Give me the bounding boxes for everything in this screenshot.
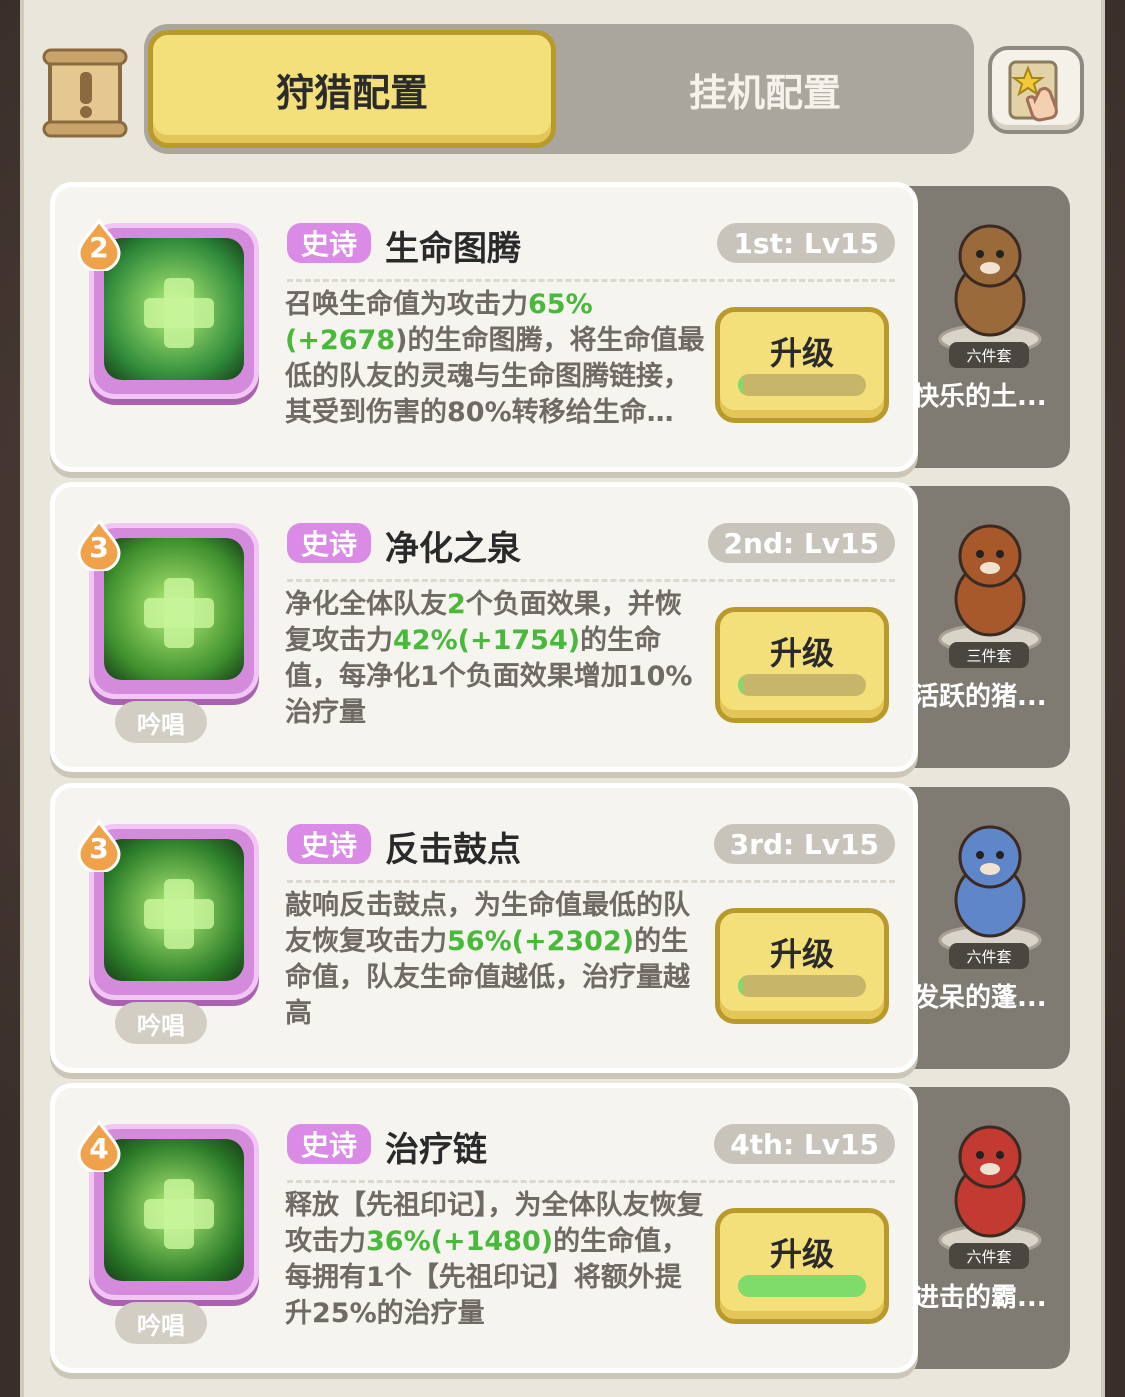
skill-level-badge: 4th: Lv15 [714, 1124, 895, 1164]
skill-card[interactable]: 2 史诗 生命图腾 1st: Lv15 召唤生命值为攻击力65%(+2678)的… [50, 182, 918, 472]
skill-name: 反击鼓点 [385, 830, 521, 870]
upgrade-button[interactable]: 升级 [715, 307, 889, 423]
chant-badge: 吟唱 [115, 701, 207, 743]
pet-name: 活跃的猪... [913, 682, 1047, 712]
upgrade-progress-bar [738, 674, 866, 696]
upgrade-progress-bar [738, 1275, 866, 1297]
pet-name: 进击的霸... [913, 1283, 1047, 1313]
pet-figure-icon [938, 825, 1042, 955]
set-badge: 六件套 [949, 1243, 1029, 1269]
rank-drop-icon [77, 820, 121, 872]
healing-cross-icon [144, 1179, 214, 1249]
upgrade-label: 升级 [769, 935, 834, 973]
chant-badge: 吟唱 [115, 1002, 207, 1044]
pet-slot[interactable]: 六件套 进击的霸... [905, 1087, 1070, 1369]
healing-cross-icon [144, 578, 214, 648]
upgrade-progress-fill [738, 1275, 866, 1297]
upgrade-progress-fill [738, 374, 744, 396]
upgrade-label: 升级 [769, 334, 834, 372]
rarity-badge: 史诗 [287, 824, 372, 864]
pet-name: 快乐的土... [913, 382, 1047, 412]
skill-level-badge: 1st: Lv15 [717, 223, 895, 263]
pet-figure-icon [938, 524, 1042, 654]
tab-idle-config[interactable]: 挂机配置 [560, 30, 970, 148]
guide-button[interactable] [988, 46, 1084, 134]
rarity-badge: 史诗 [287, 523, 372, 563]
pet-slot[interactable]: 六件套 快乐的土... [905, 186, 1070, 468]
divider [287, 279, 895, 282]
upgrade-label: 升级 [769, 1235, 834, 1273]
skill-description: 召唤生命值为攻击力65%(+2678)的生命图腾，将生命值最低的队友的灵魂与生命… [285, 289, 705, 428]
pet-name: 发呆的蓬... [913, 983, 1047, 1013]
hand-star-icon [1008, 60, 1058, 122]
upgrade-button[interactable]: 升级 [715, 607, 889, 723]
skill-name: 净化之泉 [385, 529, 521, 569]
skill-name: 治疗链 [385, 1130, 487, 1170]
rarity-badge: 史诗 [287, 223, 372, 263]
divider [287, 579, 895, 582]
divider [287, 1180, 895, 1183]
upgrade-button[interactable]: 升级 [715, 908, 889, 1024]
upgrade-progress-bar [738, 374, 866, 396]
rank-drop-icon [77, 1120, 121, 1172]
skill-level-badge: 3rd: Lv15 [713, 824, 895, 864]
skill-description: 释放【先祖印记】，为全体队友恢复攻击力36%(+1480)的生命值，每拥有1个【… [285, 1190, 704, 1329]
skill-description: 敲响反击鼓点，为生命值最低的队友恢复攻击力56%(+2302)的生命值，队友生命… [285, 890, 690, 1029]
skill-card[interactable]: 3 吟唱 史诗 净化之泉 2nd: Lv15 净化全体队友2个负面效果，并恢复攻… [50, 482, 918, 772]
tab-hunt-config[interactable]: 狩猎配置 [148, 30, 556, 148]
skill-level-badge: 2nd: Lv15 [707, 523, 895, 563]
skill-description: 净化全体队友2个负面效果，并恢复攻击力42%(+1754)的生命值，每净化1个负… [285, 589, 693, 728]
pet-slot[interactable]: 三件套 活跃的猪... [905, 486, 1070, 768]
pet-figure-icon [938, 1125, 1042, 1255]
skill-card[interactable]: 3 吟唱 史诗 反击鼓点 3rd: Lv15 敲响反击鼓点，为生命值最低的队友恢… [50, 783, 918, 1073]
set-badge: 六件套 [949, 342, 1029, 368]
set-badge: 六件套 [949, 943, 1029, 969]
upgrade-progress-fill [738, 975, 744, 997]
skill-name: 生命图腾 [385, 229, 521, 269]
rank-drop-icon [77, 519, 121, 571]
healing-cross-icon [144, 278, 214, 348]
upgrade-label: 升级 [769, 634, 834, 672]
divider [287, 880, 895, 883]
set-badge: 三件套 [949, 642, 1029, 668]
quest-scroll-icon[interactable] [42, 48, 128, 138]
skill-card[interactable]: 4 吟唱 史诗 治疗链 4th: Lv15 释放【先祖印记】，为全体队友恢复攻击… [50, 1083, 918, 1373]
upgrade-progress-bar [738, 975, 866, 997]
rank-drop-icon [77, 219, 121, 271]
pet-slot[interactable]: 六件套 发呆的蓬... [905, 787, 1070, 1069]
upgrade-button[interactable]: 升级 [715, 1208, 889, 1324]
chant-badge: 吟唱 [115, 1302, 207, 1344]
upgrade-progress-fill [738, 674, 744, 696]
rarity-badge: 史诗 [287, 1124, 372, 1164]
healing-cross-icon [144, 879, 214, 949]
pet-figure-icon [938, 224, 1042, 354]
